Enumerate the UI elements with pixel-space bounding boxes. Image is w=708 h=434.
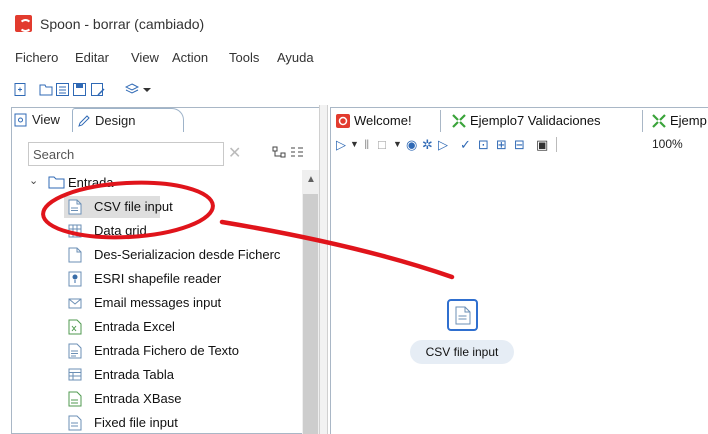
save-icon[interactable] [73, 83, 86, 96]
spoon-app-icon [15, 15, 32, 32]
sql-icon[interactable]: ⊞ [496, 137, 507, 153]
tree-item-label: Entrada Tabla [94, 367, 174, 382]
impact-icon[interactable]: ⊡ [478, 137, 489, 153]
tab-welcome-label: Welcome! [354, 113, 412, 128]
tab-view-label: View [32, 112, 60, 127]
collapse-all-icon[interactable] [272, 146, 286, 158]
tab-ejemplo7-validaciones[interactable]: Ejemplo7 Validaciones [450, 110, 640, 132]
table-icon [68, 368, 82, 381]
expand-all-icon[interactable] [290, 146, 304, 158]
tree-item-label: Entrada Fichero de Texto [94, 343, 240, 358]
replay-icon[interactable]: ▷ [438, 137, 448, 153]
scroll-thumb[interactable] [303, 194, 318, 434]
folder-icon [48, 176, 65, 189]
show-results-icon[interactable]: ▣ [536, 137, 548, 153]
new-file-icon[interactable] [14, 83, 26, 96]
grid-icon [68, 224, 82, 238]
csv-file-icon [455, 306, 471, 325]
tree-item-label: Email messages input [94, 295, 222, 310]
xbase-icon [68, 391, 82, 407]
tree-item-label: Entrada Excel [94, 319, 175, 334]
search-box [28, 142, 224, 166]
menu-bar: Fichero Editar View Action Tools Ayuda [0, 42, 708, 70]
save-as-icon[interactable] [91, 83, 105, 96]
tab-separator [642, 110, 643, 132]
canvas-step-csv-file-input[interactable] [447, 299, 478, 331]
transformation-canvas[interactable] [334, 157, 708, 434]
tab-separator [440, 110, 441, 132]
email-icon [68, 298, 82, 309]
run-icon[interactable]: ▷ [336, 137, 346, 153]
title-bar: Spoon - borrar (cambiado) [0, 0, 708, 42]
stop-icon[interactable]: □ [378, 137, 386, 152]
menu-fichero[interactable]: Fichero [15, 50, 58, 65]
zoom-level[interactable]: 100% [652, 137, 683, 151]
excel-icon [68, 319, 82, 335]
pause-icon[interactable]: ‖ [364, 137, 369, 152]
tree-item-label: Des-Serializacion desde Ficherc [94, 247, 281, 262]
toolbar-divider [556, 137, 557, 152]
map-pin-icon [68, 271, 82, 287]
spoon-icon [336, 114, 350, 128]
tree-item-label: Fixed file input [94, 415, 178, 430]
tab-welcome[interactable]: Welcome! [334, 110, 438, 132]
canvas-step-label: CSV file input [410, 340, 514, 364]
open-file-icon[interactable] [39, 83, 53, 96]
tree-item-label: Entrada XBase [94, 391, 182, 406]
tab-design-label: Design [95, 113, 136, 128]
explore-db-icon[interactable]: ⊟ [514, 137, 525, 153]
debug-icon[interactable]: ✲ [422, 137, 433, 153]
view-icon [14, 113, 27, 127]
tab-design[interactable]: Design [72, 108, 184, 132]
tree-item-label: CSV file input [94, 199, 173, 214]
fixed-file-icon [68, 415, 82, 431]
transformation-icon [452, 114, 466, 128]
menu-action[interactable]: Action [172, 50, 208, 65]
transformation-icon [652, 114, 666, 128]
main-toolbar [0, 72, 708, 102]
scroll-up-icon[interactable]: ▲ [306, 174, 316, 185]
run-dropdown-icon[interactable]: ▼ [350, 139, 359, 149]
window-title: Spoon - borrar (cambiado) [40, 16, 205, 32]
pencil-icon [78, 115, 90, 127]
search-input[interactable] [29, 143, 189, 165]
tree-item-label: ESRI shapefile reader [94, 271, 222, 286]
steps-tree: ⌄ Entrada CSV file input Data grid Des-S… [28, 172, 298, 434]
text-file-icon [68, 343, 82, 359]
tree-item-csv-file-input[interactable]: CSV file input [64, 196, 173, 218]
tree-scrollbar[interactable]: ▲ [302, 170, 319, 434]
csv-file-icon [68, 199, 82, 215]
menu-editar[interactable]: Editar [75, 50, 109, 65]
layers-dropdown-icon[interactable] [143, 83, 151, 96]
menu-tools[interactable]: Tools [229, 50, 259, 65]
file-icon [68, 247, 82, 263]
stop-dropdown-icon[interactable]: ▼ [393, 139, 402, 149]
explore-repository-icon[interactable] [56, 83, 69, 96]
menu-view[interactable]: View [131, 50, 159, 65]
clear-search-icon[interactable]: ✕ [228, 143, 241, 163]
tab-ejemplo7-label: Ejemplo7 Validaciones [470, 113, 601, 128]
chevron-down-icon[interactable]: ⌄ [29, 174, 38, 187]
menu-ayuda[interactable]: Ayuda [277, 50, 314, 65]
verify-icon[interactable]: ✓ [460, 137, 471, 153]
tab-ejemp[interactable]: Ejemp [650, 110, 708, 132]
layers-icon[interactable] [125, 83, 139, 96]
tree-item-label: Data grid [94, 223, 147, 238]
tab-ejemp-label: Ejemp [670, 113, 707, 128]
preview-icon[interactable]: ◉ [406, 137, 417, 153]
panel-splitter[interactable] [319, 105, 328, 434]
tab-view[interactable]: View [10, 108, 72, 132]
folder-label: Entrada [68, 175, 114, 190]
